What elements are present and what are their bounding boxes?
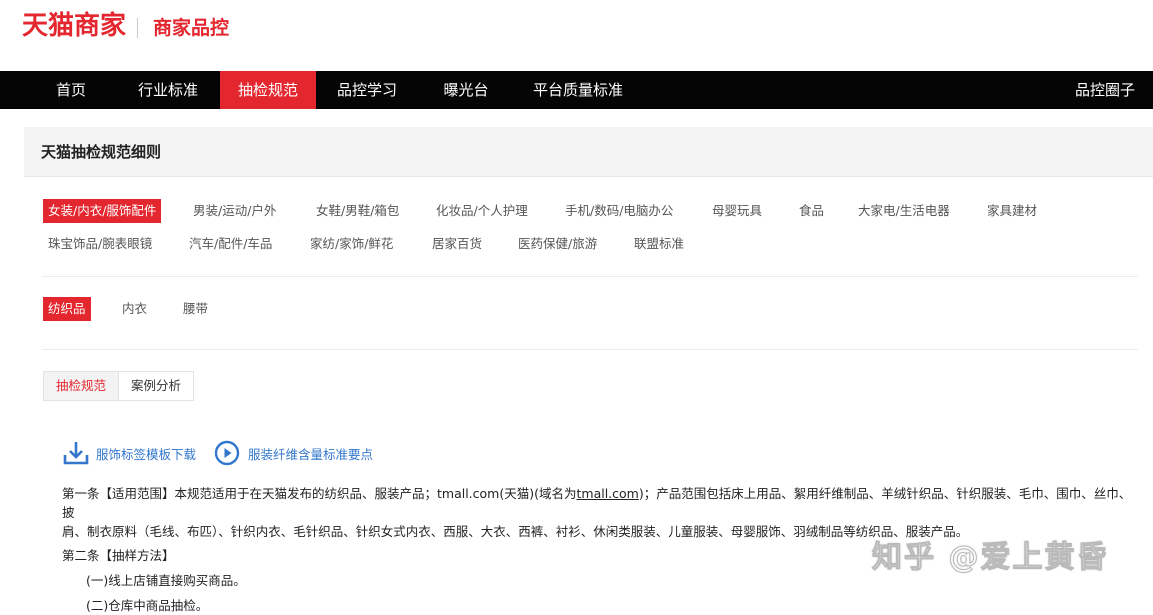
site-header: 天猫商家 商家品控 <box>0 0 1153 71</box>
nav-item-qc-circle[interactable]: 品控圈子 <box>1069 71 1141 109</box>
download-icon <box>63 442 89 465</box>
sampling-method-2: (二)仓库中商品抽检。 <box>86 598 209 613</box>
zhihu-watermark: 知乎 @爱上黄昏 <box>871 540 1109 576</box>
category-auto[interactable]: 汽车/配件/车品 <box>189 232 272 256</box>
panel-header: 天猫抽检规范细则 <box>24 127 1153 177</box>
tab-case-analysis[interactable]: 案例分析 <box>118 372 194 400</box>
nav-item-industry-standards[interactable]: 行业标准 <box>124 71 212 109</box>
clause-1: 第一条【适用范围】本规范适用于在天猫发布的纺织品、服装产品；tmall.com(… <box>62 486 1132 520</box>
category-shoes-bags[interactable]: 女鞋/男鞋/箱包 <box>316 199 399 223</box>
nav-item-qc-learning[interactable]: 品控学习 <box>322 71 412 109</box>
brand-subtitle[interactable]: 商家品控 <box>153 14 229 42</box>
subcategory-underwear[interactable]: 内衣 <box>122 297 147 321</box>
category-baby-toys[interactable]: 母婴玩具 <box>712 199 762 223</box>
nav-item-exposure[interactable]: 曝光台 <box>428 71 504 109</box>
domain-link[interactable]: tmall.com <box>577 486 639 501</box>
category-jewelry[interactable]: 珠宝饰品/腕表眼镜 <box>48 232 152 256</box>
tab-sampling-spec[interactable]: 抽检规范 <box>44 372 119 400</box>
subcategory-belts[interactable]: 腰带 <box>183 297 208 321</box>
nav-item-home[interactable]: 首页 <box>37 71 105 109</box>
download-link[interactable]: 服饰标签模板下载 <box>62 439 196 467</box>
nav-item-platform-quality[interactable]: 平台质量标准 <box>522 71 634 109</box>
category-mens-sports[interactable]: 男装/运动/户外 <box>193 199 276 223</box>
main-nav: 首页 行业标准 抽检规范 品控学习 曝光台 平台质量标准 品控圈子 <box>0 71 1153 109</box>
divider <box>42 276 1138 277</box>
brand-logo[interactable]: 天猫商家 <box>22 10 126 42</box>
main-panel: 天猫抽检规范细则 女装/内衣/服饰配件 男装/运动/户外 女鞋/男鞋/箱包 化妆… <box>24 127 1153 613</box>
category-furniture[interactable]: 家具建材 <box>987 199 1037 223</box>
category-food[interactable]: 食品 <box>799 199 824 223</box>
category-cosmetics[interactable]: 化妆品/个人护理 <box>436 199 528 223</box>
download-template-link[interactable]: 服饰标签模板下载 <box>96 444 196 463</box>
category-digital[interactable]: 手机/数码/电脑办公 <box>565 199 673 223</box>
nav-item-sampling-spec[interactable]: 抽检规范 <box>220 71 316 109</box>
category-alliance[interactable]: 联盟标准 <box>634 232 684 256</box>
subcategory-textiles[interactable]: 纺织品 <box>43 297 91 321</box>
category-household[interactable]: 居家百货 <box>432 232 482 256</box>
video-link[interactable]: 服装纤维含量标准要点 <box>214 439 373 467</box>
divider <box>42 349 1138 350</box>
category-home-textile[interactable]: 家纺/家饰/鲜花 <box>310 232 393 256</box>
content-tabs: 抽检规范 案例分析 <box>43 371 195 401</box>
page-title: 天猫抽检规范细则 <box>41 143 162 161</box>
category-appliances[interactable]: 大家电/生活电器 <box>858 199 950 223</box>
category-medical-travel[interactable]: 医药保健/旅游 <box>518 232 597 256</box>
fiber-standard-link[interactable]: 服装纤维含量标准要点 <box>248 444 373 463</box>
category-womens-apparel[interactable]: 女装/内衣/服饰配件 <box>43 199 162 223</box>
play-icon <box>214 440 240 466</box>
brand-divider <box>137 18 138 38</box>
